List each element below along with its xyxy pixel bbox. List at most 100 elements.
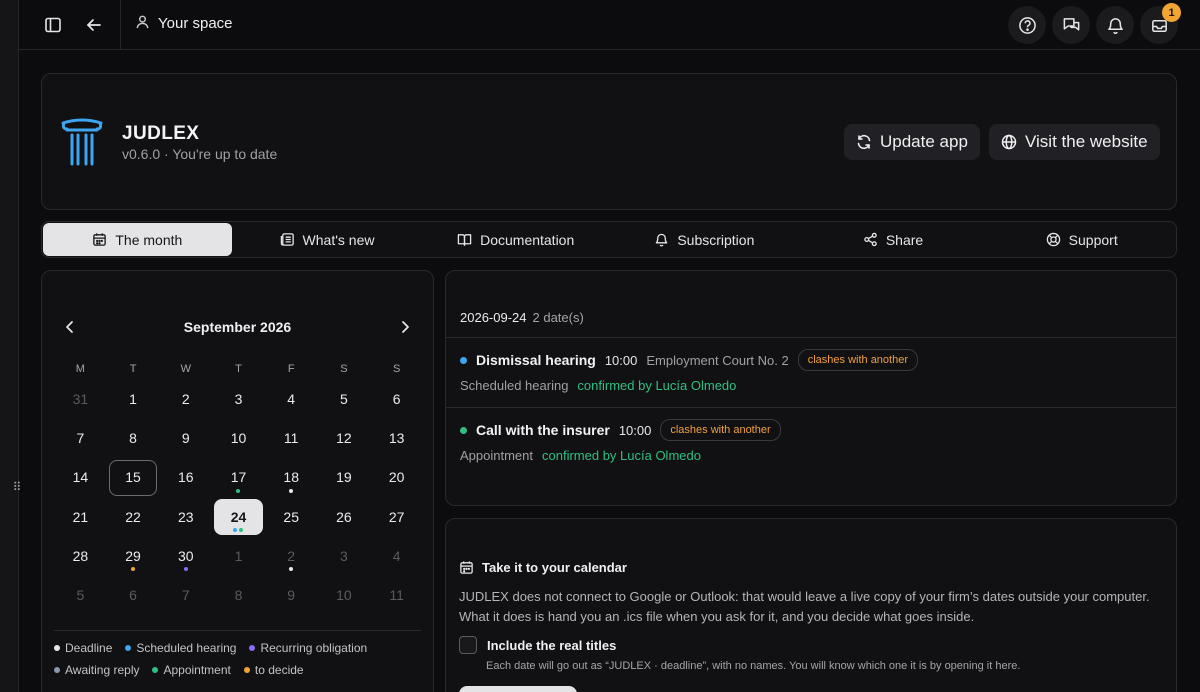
day-number: 3 [234, 390, 243, 407]
day-number: 4 [287, 390, 296, 407]
calendar-day[interactable]: 3 [318, 536, 371, 575]
export-button[interactable] [459, 686, 577, 692]
tab-the-month[interactable]: The month [43, 223, 232, 256]
event-item[interactable]: Call with the insurer 10:00 clashes with… [460, 418, 1160, 463]
help-icon [1018, 16, 1036, 34]
legend-item: Appointment [152, 663, 231, 677]
event-item[interactable]: Dismissal hearing 10:00 Employment Court… [460, 348, 1160, 393]
calendar-day[interactable]: 29 [107, 536, 160, 575]
tab-whats-new[interactable]: What's new [233, 222, 422, 257]
calendar-day[interactable]: 5 [54, 575, 107, 614]
calendar-day[interactable]: 4 [370, 536, 423, 575]
calendar-day[interactable]: 26 [318, 497, 371, 536]
calendar-day[interactable]: 13 [370, 418, 423, 457]
calendar-day[interactable]: 8 [107, 418, 160, 457]
messages-button[interactable] [1052, 6, 1090, 44]
tab-subscription[interactable]: Subscription [610, 222, 799, 257]
user-icon [135, 14, 150, 33]
tab-label: Subscription [677, 231, 755, 248]
calendar-day[interactable]: 9 [265, 575, 318, 614]
event-dots [265, 488, 318, 493]
legend-label: to decide [254, 663, 304, 677]
calendar-day[interactable]: 8 [212, 575, 265, 614]
update-app-button[interactable]: Update app [844, 124, 980, 160]
calendar-day[interactable]: 25 [265, 497, 318, 536]
calendar-day[interactable]: 28 [54, 536, 107, 575]
tab-share[interactable]: Share [799, 222, 988, 257]
calendar-day[interactable]: 19 [318, 458, 371, 497]
legend-label: Appointment [163, 663, 231, 677]
visit-website-button[interactable]: Visit the website [989, 124, 1160, 160]
calendar-day[interactable]: 9 [159, 418, 212, 457]
calendar-day[interactable]: 31 [54, 379, 107, 418]
legend-label: Scheduled hearing [136, 641, 237, 655]
calendar-day[interactable]: 24 [212, 497, 265, 536]
calendar-day[interactable]: 27 [370, 497, 423, 536]
include-titles-checkbox[interactable] [459, 636, 477, 654]
tab-label: Documentation [480, 231, 575, 248]
day-number: 19 [336, 469, 352, 486]
day-number: 8 [234, 587, 243, 604]
selected-day-header: 2026-09-24 2 date(s) [460, 310, 584, 325]
help-button[interactable] [1008, 6, 1046, 44]
calendar-day[interactable]: 10 [318, 575, 371, 614]
calendar-day[interactable]: 30 [159, 536, 212, 575]
calendar-day[interactable]: 22 [107, 497, 160, 536]
calendar-legend: Deadline Scheduled hearing Recurring oblig… [54, 641, 424, 677]
event-time: 10:00 [618, 422, 652, 438]
app-name: JUDLEX [122, 123, 200, 144]
event-dot [233, 528, 238, 533]
calendar-day[interactable]: 11 [265, 418, 318, 457]
day-number: 6 [129, 587, 137, 604]
calendar-day[interactable]: 6 [370, 379, 423, 418]
event-confirmation: confirmed by Lucía Olmedo [577, 378, 737, 393]
calendar-day[interactable]: 5 [318, 379, 371, 418]
day-number: 18 [283, 469, 299, 486]
calendar-day[interactable]: 10 [212, 418, 265, 457]
next-month-icon[interactable] [395, 317, 415, 337]
calendar-day[interactable]: 11 [370, 575, 423, 614]
calendar-day[interactable]: 20 [370, 458, 423, 497]
legend-item: Scheduled hearing [125, 641, 236, 655]
calendar-day[interactable]: 1 [212, 536, 265, 575]
calendar-day[interactable]: 15 [107, 458, 160, 497]
tab-support[interactable]: Support [987, 222, 1176, 257]
calendar-day[interactable]: 12 [318, 418, 371, 457]
calendar-day[interactable]: 16 [159, 458, 212, 497]
bell-icon [1107, 17, 1123, 34]
space-switcher[interactable]: Your space [135, 14, 233, 33]
calendar-day[interactable]: 4 [265, 379, 318, 418]
calendar-day[interactable]: 17 [212, 458, 265, 497]
update-app-label: Update app [880, 132, 968, 151]
inbox-button[interactable]: 1 [1140, 3, 1181, 44]
legend-dot [54, 645, 60, 651]
notifications-button[interactable] [1096, 6, 1134, 44]
month-label: September 2026 [183, 319, 292, 335]
day-number: 24 [230, 508, 247, 525]
tab-label: The month [115, 231, 183, 248]
globe-icon [1001, 134, 1017, 150]
day-number: 31 [72, 390, 89, 407]
divider [446, 337, 1176, 338]
day-number: 9 [287, 587, 296, 604]
sidebar-toggle-icon[interactable] [37, 9, 69, 41]
resize-handle-icon[interactable]: ⠿ [10, 479, 24, 495]
calendar-day[interactable]: 23 [159, 497, 212, 536]
calendar-day[interactable]: 7 [159, 575, 212, 614]
calendar-day[interactable]: 3 [212, 379, 265, 418]
tab-documentation[interactable]: Documentation [421, 222, 610, 257]
calendar-day[interactable]: 1 [107, 379, 160, 418]
include-titles-option[interactable]: Include the real titles [459, 636, 616, 654]
tab-label: What's new [302, 231, 375, 248]
day-number: 16 [177, 469, 194, 486]
calendar-day[interactable]: 18 [265, 458, 318, 497]
calendar-day[interactable]: 21 [54, 497, 107, 536]
calendar-day[interactable]: 14 [54, 458, 107, 497]
calendar-day[interactable]: 2 [159, 379, 212, 418]
calendar-day[interactable]: 7 [54, 418, 107, 457]
back-arrow-icon[interactable] [78, 9, 110, 41]
calendar-day[interactable]: 2 [265, 536, 318, 575]
calendar-day[interactable]: 6 [107, 575, 160, 614]
day-number: 30 [177, 547, 194, 564]
day-number: 14 [72, 469, 89, 486]
